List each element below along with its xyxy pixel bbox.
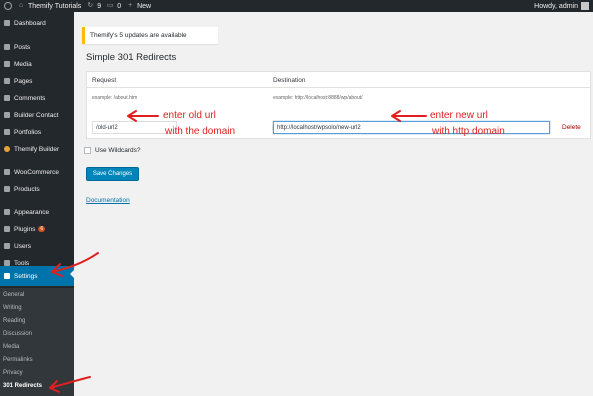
admin-bar: ⌂ Themify Tutorials ↻ 9 ▭ 0 + New Howdy,… xyxy=(0,0,593,12)
site-name-link[interactable]: ⌂ Themify Tutorials xyxy=(17,2,81,10)
menu-item-woocommerce[interactable]: WooCommerce xyxy=(0,164,74,180)
home-icon: ⌂ xyxy=(18,2,24,9)
account-menu[interactable]: Howdy, admin xyxy=(534,0,589,12)
submenu-item-permalinks[interactable]: Permalinks xyxy=(3,357,33,363)
woocommerce-icon xyxy=(4,169,10,175)
menu-item-media[interactable]: Media xyxy=(0,56,74,72)
menu-label: Media xyxy=(14,60,32,68)
new-content-link[interactable]: + New xyxy=(126,2,151,10)
menu-item-portfolios[interactable]: Portfolios xyxy=(0,124,74,140)
pages-icon xyxy=(4,78,10,84)
submenu-item-discussion[interactable]: Discussion xyxy=(3,331,32,337)
menu-label: Products xyxy=(14,185,40,193)
destination-example: example: http://localhost:8888/wp/about/ xyxy=(273,95,363,101)
dashboard-icon xyxy=(4,20,10,26)
users-icon xyxy=(4,243,10,249)
page-title: Simple 301 Redirects xyxy=(86,52,177,63)
updates-count: 9 xyxy=(97,2,102,10)
menu-label: Themify Builder xyxy=(14,145,60,153)
documentation-link[interactable]: Documentation xyxy=(86,197,130,204)
save-changes-button[interactable]: Save Changes xyxy=(86,167,139,181)
annotation-old-url-line1: enter old url xyxy=(163,110,216,121)
menu-label: Users xyxy=(14,242,31,250)
menu-item-settings[interactable]: Settings xyxy=(0,266,74,286)
greeting: Howdy, admin xyxy=(534,2,578,10)
media-icon xyxy=(4,61,10,67)
menu-label: Settings xyxy=(14,272,38,280)
pin-icon xyxy=(4,112,10,118)
delete-link[interactable]: Delete xyxy=(562,124,581,131)
menu-label: Builder Contact xyxy=(14,111,59,119)
wildcards-checkbox[interactable] xyxy=(84,147,91,154)
redirects-table: Request Destination example: /about.htm … xyxy=(86,71,591,139)
wordpress-logo-icon[interactable] xyxy=(4,2,12,10)
submenu-item-privacy[interactable]: Privacy xyxy=(3,370,23,376)
products-icon xyxy=(4,186,10,192)
wildcards-label: Use Wildcards? xyxy=(95,147,141,154)
menu-item-plugins[interactable]: Plugins 6 xyxy=(0,221,74,237)
menu-label: Posts xyxy=(14,43,31,51)
comment-icon xyxy=(4,95,10,101)
header-divider xyxy=(87,87,590,88)
menu-item-posts[interactable]: Posts xyxy=(0,39,74,55)
submenu-item-general[interactable]: General xyxy=(3,292,24,298)
settings-icon xyxy=(4,273,10,279)
main-content: Themify's 5 updates are available Simple… xyxy=(74,12,593,396)
menu-item-products[interactable]: Products xyxy=(0,181,74,197)
menu-item-comments[interactable]: Comments xyxy=(0,90,74,106)
comments-link[interactable]: ▭ 0 xyxy=(106,2,121,10)
request-example: example: /about.htm xyxy=(92,95,138,101)
submenu-item-301-redirects[interactable]: 301 Redirects xyxy=(3,383,42,389)
request-column-header: Request xyxy=(92,77,117,84)
annotation-new-url-line1: enter new url xyxy=(430,110,488,121)
menu-item-appearance[interactable]: Appearance xyxy=(0,204,74,220)
menu-label: WooCommerce xyxy=(14,168,60,176)
comment-icon: ▭ xyxy=(106,2,114,9)
menu-item-pages[interactable]: Pages xyxy=(0,73,74,89)
pin-icon xyxy=(4,44,10,50)
notice-text: Themify's 5 updates are available xyxy=(90,32,187,39)
comments-count: 0 xyxy=(117,2,122,10)
update-notice: Themify's 5 updates are available xyxy=(82,27,218,44)
admin-sidebar: Dashboard Posts Media Pages Comments Bui… xyxy=(0,12,74,396)
wildcards-option[interactable]: Use Wildcards? xyxy=(84,147,141,154)
plugin-icon xyxy=(4,226,10,232)
plugins-update-badge: 6 xyxy=(38,226,46,232)
new-label: New xyxy=(137,2,152,10)
annotation-new-url-line2: with http domain xyxy=(432,126,505,137)
menu-label: Portfolios xyxy=(14,128,42,136)
portfolio-icon xyxy=(4,129,10,135)
menu-label: Plugins xyxy=(14,225,36,233)
menu-item-users[interactable]: Users xyxy=(0,238,74,254)
plus-icon: + xyxy=(128,2,133,9)
destination-column-header: Destination xyxy=(273,77,306,84)
updates-icon: ↻ xyxy=(87,2,94,9)
avatar xyxy=(581,2,589,10)
site-name: Themify Tutorials xyxy=(28,2,82,10)
themify-icon xyxy=(4,146,10,152)
menu-label: Comments xyxy=(14,94,46,102)
destination-input[interactable]: http://localhost/wpsolo/new-url2 xyxy=(273,121,550,134)
submenu-item-media[interactable]: Media xyxy=(3,344,19,350)
menu-item-builder-contact[interactable]: Builder Contact xyxy=(0,107,74,123)
menu-label: Dashboard xyxy=(14,19,46,27)
submenu-item-reading[interactable]: Reading xyxy=(3,318,25,324)
menu-item-themify-builder[interactable]: Themify Builder xyxy=(0,141,74,157)
settings-submenu: General Writing Reading Discussion Media… xyxy=(0,288,74,396)
menu-item-dashboard[interactable]: Dashboard xyxy=(0,15,74,31)
annotation-old-url-line2: with the domain xyxy=(165,126,236,137)
brush-icon xyxy=(4,209,10,215)
updates-link[interactable]: ↻ 9 xyxy=(86,2,101,10)
submenu-item-writing[interactable]: Writing xyxy=(3,305,22,311)
menu-label: Pages xyxy=(14,77,33,85)
menu-label: Appearance xyxy=(14,208,50,216)
